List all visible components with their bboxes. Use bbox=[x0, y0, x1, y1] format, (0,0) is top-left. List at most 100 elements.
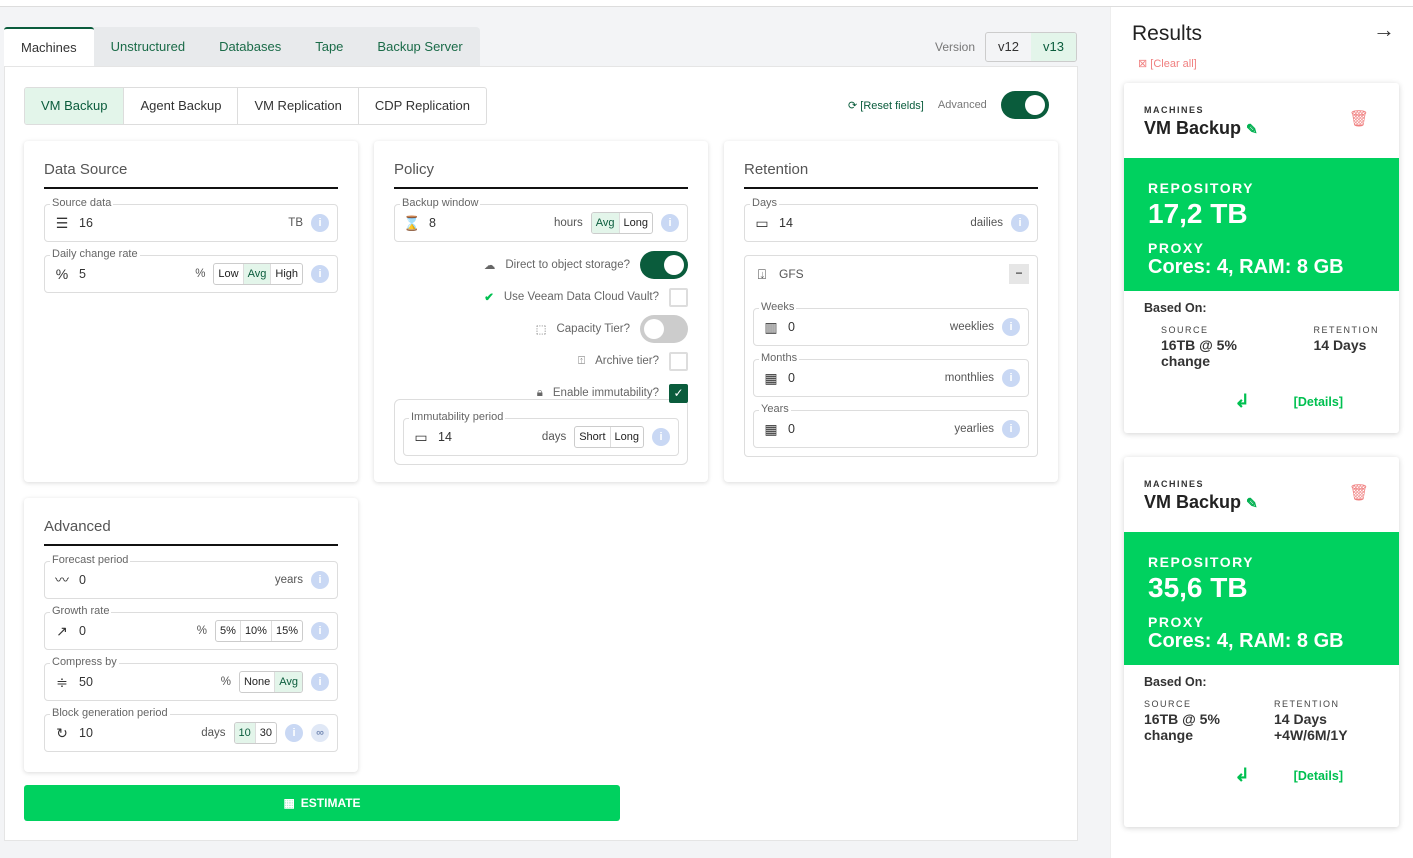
preset-none[interactable]: None bbox=[240, 672, 274, 692]
reset-fields-link[interactable]: ⟳ [Reset fields] bbox=[848, 99, 924, 112]
source-data-input[interactable]: 16 bbox=[79, 216, 280, 230]
details-link[interactable]: [Details] bbox=[1294, 395, 1343, 409]
years-field[interactable]: Years ▦ 0 yearlies i bbox=[753, 403, 1029, 448]
version-v13[interactable]: v13 bbox=[1031, 33, 1076, 61]
clear-all-link[interactable]: ⊠ [Clear all] bbox=[1138, 57, 1197, 70]
info-icon[interactable]: i bbox=[1002, 318, 1020, 336]
data-source-card: Data Source Source data ☰ 16 TB i Daily … bbox=[24, 141, 358, 482]
preset-15[interactable]: 15% bbox=[270, 621, 302, 641]
compress-field[interactable]: Compress by ≑ 50 % None Avg i bbox=[44, 656, 338, 701]
load-icon[interactable]: ↲ bbox=[1235, 391, 1250, 412]
preset-10[interactable]: 10% bbox=[239, 621, 271, 641]
days-field[interactable]: Days ▭ 14 dailies i bbox=[744, 197, 1038, 242]
server-icon: ☰ bbox=[55, 214, 69, 231]
link-icon[interactable]: ∞ bbox=[311, 724, 329, 742]
arrow-right-icon[interactable]: → bbox=[1373, 17, 1395, 43]
info-icon[interactable]: i bbox=[1002, 369, 1020, 387]
growth-input[interactable]: 0 bbox=[79, 624, 189, 638]
tab-unstructured[interactable]: Unstructured bbox=[94, 27, 202, 67]
immutability-checkbox[interactable]: ✓ bbox=[669, 383, 688, 403]
forecast-field[interactable]: Forecast period 〰 0 years i bbox=[44, 554, 338, 599]
edit-icon[interactable]: ✎ bbox=[1246, 495, 1258, 511]
growth-field[interactable]: Growth rate ↗ 0 % 5% 10% 15% i bbox=[44, 605, 338, 650]
preset-short[interactable]: Short bbox=[575, 427, 609, 447]
subtab-vm-backup[interactable]: VM Backup bbox=[25, 88, 124, 124]
tab-backup-server[interactable]: Backup Server bbox=[360, 27, 479, 67]
block-generation-field[interactable]: Block generation period ↻ 10 days 10 30 i… bbox=[44, 707, 338, 752]
unit: hours bbox=[553, 217, 583, 229]
block-generation-input[interactable]: 10 bbox=[79, 726, 193, 740]
preset-avg[interactable]: Avg bbox=[274, 672, 302, 692]
capacity-tier-toggle[interactable] bbox=[640, 315, 688, 343]
edit-icon[interactable]: ✎ bbox=[1246, 121, 1258, 137]
preset-long[interactable]: Long bbox=[609, 427, 643, 447]
compress-icon: ≑ bbox=[56, 673, 68, 690]
subtab-agent-backup[interactable]: Agent Backup bbox=[123, 88, 237, 124]
card-title: Policy bbox=[394, 161, 688, 189]
tab-machines[interactable]: Machines bbox=[4, 27, 94, 67]
tab-databases[interactable]: Databases bbox=[202, 27, 298, 67]
tab-tape[interactable]: Tape bbox=[298, 27, 360, 67]
preset-10[interactable]: 10 bbox=[234, 723, 255, 743]
info-icon[interactable]: i bbox=[1002, 420, 1020, 438]
version-selector: Version v12 v13 bbox=[935, 32, 1077, 62]
change-rate-field[interactable]: Daily change rate % 5 % Low Avg High i bbox=[44, 248, 338, 293]
immutability-period-input[interactable]: 14 bbox=[438, 430, 534, 444]
info-icon[interactable]: i bbox=[311, 571, 329, 589]
refresh-icon: ⟳ bbox=[848, 99, 858, 112]
immutability-group: Immutability period ▭ 14 days Short Long … bbox=[394, 399, 688, 465]
estimate-button[interactable]: ▦ ESTIMATE bbox=[24, 785, 620, 821]
preset-high[interactable]: High bbox=[270, 264, 302, 284]
info-icon[interactable]: i bbox=[661, 214, 679, 232]
backup-window-input[interactable]: 8 bbox=[429, 216, 546, 230]
subtab-vm-replication[interactable]: VM Replication bbox=[237, 88, 357, 124]
version-v12[interactable]: v12 bbox=[986, 33, 1031, 61]
info-icon[interactable]: i bbox=[311, 673, 329, 691]
collapse-button[interactable]: − bbox=[1009, 264, 1029, 284]
proxy-value: Cores: 4, RAM: 8 GB bbox=[1148, 630, 1344, 652]
forecast-input[interactable]: 0 bbox=[79, 573, 267, 587]
years-input[interactable]: 0 bbox=[788, 422, 946, 436]
info-icon[interactable]: i bbox=[311, 214, 329, 232]
change-rate-input[interactable]: 5 bbox=[79, 267, 187, 281]
trash-icon[interactable]: 🗑︎ bbox=[1349, 483, 1369, 503]
option-label: Archive tier? bbox=[595, 355, 659, 367]
subtab-cdp-replication[interactable]: CDP Replication bbox=[357, 88, 486, 124]
advanced-toggle[interactable] bbox=[1000, 91, 1049, 119]
weeks-input[interactable]: 0 bbox=[788, 320, 942, 334]
preset-low[interactable]: Low bbox=[214, 264, 242, 284]
field-label: Immutability period bbox=[409, 411, 506, 423]
details-link[interactable]: [Details] bbox=[1294, 769, 1343, 783]
trash-icon[interactable]: 🗑︎ bbox=[1349, 109, 1369, 129]
info-icon[interactable]: i bbox=[311, 265, 329, 283]
unit: TB bbox=[288, 217, 303, 229]
retention-value: 14 Days bbox=[1313, 337, 1367, 353]
preset-avg[interactable]: Avg bbox=[591, 213, 619, 233]
preset-avg[interactable]: Avg bbox=[242, 264, 271, 284]
source-data-field[interactable]: Source data ☰ 16 TB i bbox=[44, 197, 338, 242]
info-icon[interactable]: i bbox=[285, 724, 303, 742]
compress-input[interactable]: 50 bbox=[79, 675, 213, 689]
repository-label: REPOSITORY bbox=[1148, 554, 1255, 570]
backup-window-field[interactable]: Backup window ⌛ 8 hours Avg Long i bbox=[394, 197, 688, 242]
weeks-field[interactable]: Weeks ▥ 0 weeklies i bbox=[753, 301, 1029, 346]
months-input[interactable]: 0 bbox=[788, 371, 937, 385]
immutability-period-field[interactable]: Immutability period ▭ 14 days Short Long … bbox=[403, 411, 679, 456]
preset-30[interactable]: 30 bbox=[254, 723, 276, 743]
direct-object-storage-row: ☁ Direct to object storage? bbox=[394, 251, 688, 279]
cloud-vault-checkbox[interactable] bbox=[669, 287, 688, 307]
info-icon[interactable]: i bbox=[652, 428, 670, 446]
load-icon[interactable]: ↲ bbox=[1235, 765, 1250, 786]
days-input[interactable]: 14 bbox=[779, 216, 962, 230]
info-icon[interactable]: i bbox=[311, 622, 329, 640]
trash-icon: ⊠ bbox=[1138, 58, 1148, 70]
archive-tier-row: ⍐ Archive tier? bbox=[394, 347, 688, 375]
direct-object-storage-toggle[interactable] bbox=[640, 251, 688, 279]
months-field[interactable]: Months ▦ 0 monthlies i bbox=[753, 352, 1029, 397]
based-on-label: Based On: bbox=[1144, 301, 1207, 315]
retention-value: 14 Days +4W/6M/1Y bbox=[1274, 711, 1348, 743]
archive-tier-checkbox[interactable] bbox=[669, 351, 688, 371]
preset-long[interactable]: Long bbox=[618, 213, 652, 233]
preset-5[interactable]: 5% bbox=[216, 621, 240, 641]
info-icon[interactable]: i bbox=[1011, 214, 1029, 232]
